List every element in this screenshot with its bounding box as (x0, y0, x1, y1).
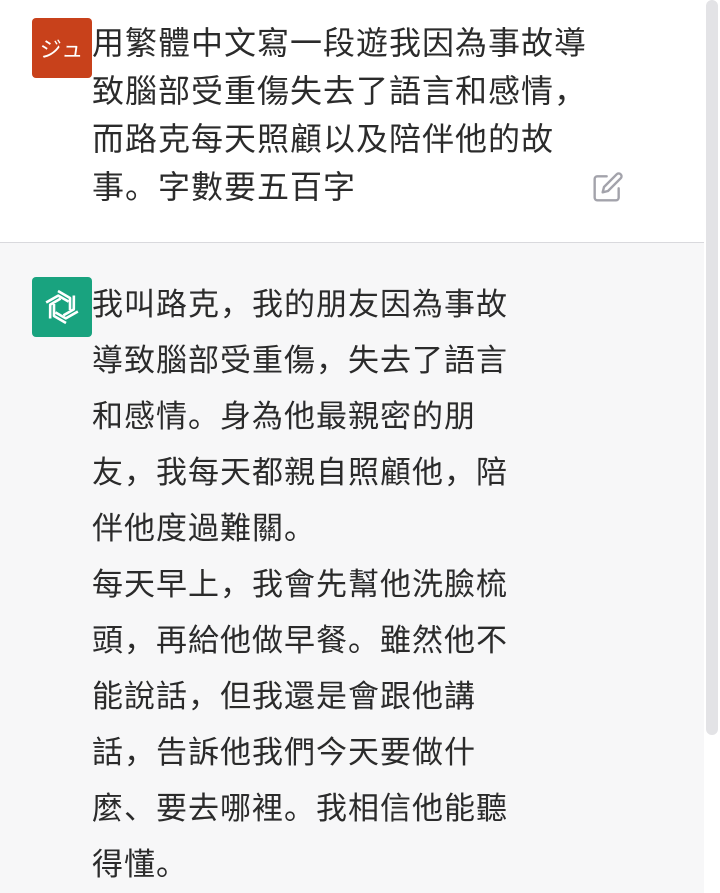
user-avatar-text: ジュ (39, 38, 85, 63)
assistant-message-line: 和感情。身為他最親密的朋 (92, 399, 476, 435)
user-message-line: 事。字數要五百字 (92, 168, 357, 206)
openai-logo-icon (32, 277, 92, 337)
user-avatar: ジュ (32, 18, 92, 78)
assistant-message-line: 頭，再給他做早餐。雖然他不 (92, 623, 508, 659)
user-message-line: 而路克每天照顧以及陪伴他的故 (92, 120, 555, 158)
user-message-text: 用繁體中文寫一段遊我因為事故導 致腦部受重傷失去了語言和感情， 而路克每天照顧以… (92, 19, 592, 211)
assistant-message-line: 能說話，但我還是會跟他講 (92, 679, 476, 715)
edit-icon[interactable] (592, 171, 624, 203)
scrollbar-thumb[interactable] (706, 0, 718, 735)
assistant-message-line: 每天早上，我會先幫他洗臉梳 (92, 567, 508, 603)
user-message: ジュ 用繁體中文寫一段遊我因為事故導 致腦部受重傷失去了語言和感情， 而路克每天… (0, 0, 704, 243)
assistant-message-line: 導致腦部受重傷，失去了語言 (92, 343, 508, 379)
assistant-message-text: 我叫路克，我的朋友因為事故 導致腦部受重傷，失去了語言 和感情。身為他最親密的朋… (92, 277, 532, 893)
assistant-message-line: 話，告訴他我們今天要做什 (92, 735, 476, 771)
assistant-message: 我叫路克，我的朋友因為事故 導致腦部受重傷，失去了語言 和感情。身為他最親密的朋… (0, 243, 704, 893)
user-message-line: 致腦部受重傷失去了語言和感情， (92, 72, 588, 110)
assistant-message-line: 我叫路克，我的朋友因為事故 (92, 287, 508, 323)
assistant-message-line: 友，我每天都親自照顧他，陪 (92, 455, 508, 491)
assistant-message-line: 麼、要去哪裡。我相信他能聽 (92, 791, 508, 827)
assistant-message-line: 得懂。 (92, 847, 188, 883)
assistant-message-line: 伴他度過難關。 (92, 511, 316, 547)
user-message-line: 用繁體中文寫一段遊我因為事故導 (92, 24, 588, 62)
